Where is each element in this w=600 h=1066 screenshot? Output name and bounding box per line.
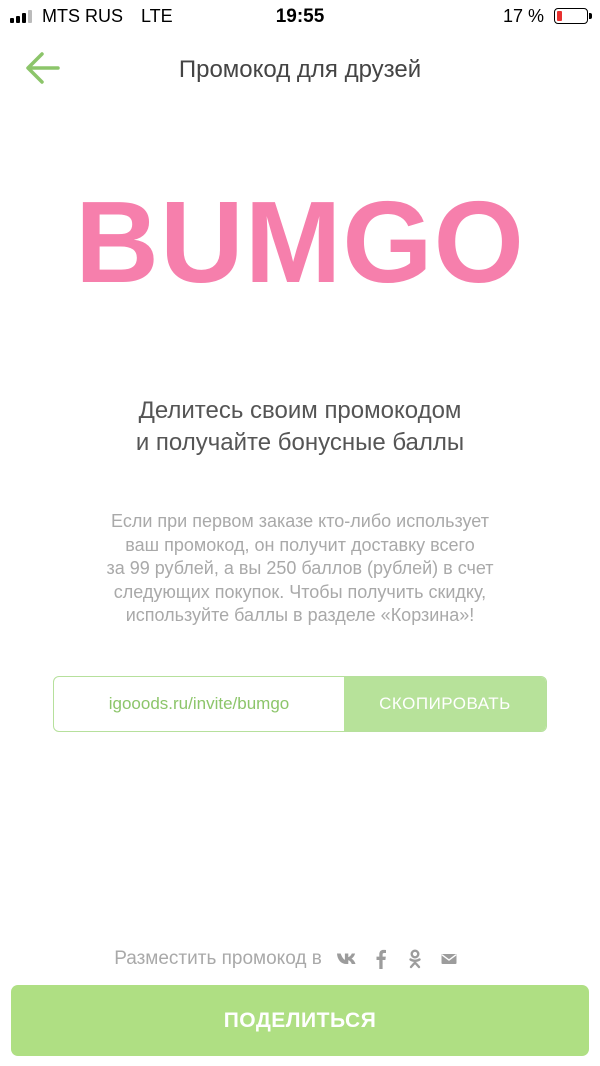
headline-line: Делитесь своим промокодом	[138, 397, 462, 424]
description-line: за 99 рублей, а вы 250 баллов (рублей) в…	[106, 558, 494, 578]
battery-percent: 17 %	[502, 6, 544, 26]
vk-icon[interactable]	[330, 946, 364, 972]
description-line: следующих покупок. Чтобы получить скидку…	[113, 581, 487, 602]
battery-icon	[554, 8, 592, 24]
copy-button[interactable]: СКОПИРОВАТЬ	[344, 677, 546, 731]
description-line: ваш промокод, он получит доставку всего	[125, 534, 475, 555]
invite-link-box: igooods.ru/invite/bumgo СКОПИРОВАТЬ	[53, 676, 547, 732]
headline-line: и получайте бонусные баллы	[135, 429, 465, 456]
page-title: Промокод для друзей	[178, 56, 422, 83]
battery-fill	[557, 11, 562, 21]
share-options-row: Разместить промокод в	[0, 946, 600, 972]
description-text: Если при первом заказе кто-либо использу…	[48, 510, 552, 628]
share-label: Разместить промокод в	[114, 948, 322, 969]
mail-icon[interactable]	[432, 946, 466, 972]
invite-link-text[interactable]: igooods.ru/invite/bumgo	[54, 677, 344, 731]
description-line: используйте баллы в разделе «Корзина»!	[125, 605, 475, 625]
share-button[interactable]: ПОДЕЛИТЬСЯ	[11, 985, 589, 1056]
promo-code: BUMGO	[75, 177, 525, 307]
headline: Делитесь своим промокодом и получайте бо…	[40, 395, 560, 459]
status-bar: MTS RUS LTE 19:55 17 %	[0, 0, 600, 34]
odnoklassniki-icon[interactable]	[398, 946, 432, 972]
description-line: Если при первом заказе кто-либо использу…	[111, 511, 489, 531]
facebook-icon[interactable]	[364, 946, 398, 972]
